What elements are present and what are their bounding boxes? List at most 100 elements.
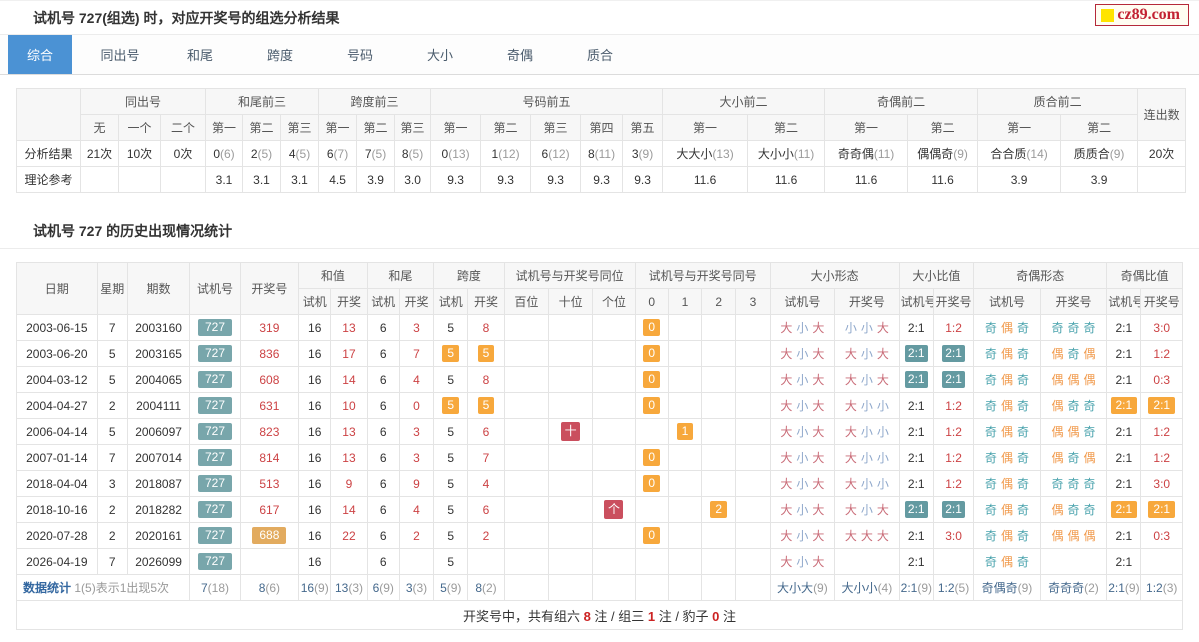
cell-jiou-bizhi-kaijiang: 1:2 <box>1140 418 1183 445</box>
history-sub-header: 2 <box>701 288 737 315</box>
cell-hezhi-kaijiang: 22 <box>330 522 368 549</box>
analysis-lianchu-value: 20次 <box>1137 140 1187 167</box>
cell-tonghao-2 <box>701 392 737 419</box>
cell-jiou-bizhi-shiji: 2:1 <box>1106 548 1142 575</box>
cell-shiji-badge: 727 <box>189 444 241 471</box>
history-sub-header: 开奖 <box>467 288 505 315</box>
analysis-sub-header: 第一 <box>205 114 244 141</box>
analysis-group-header: 质合前二 <box>977 88 1139 115</box>
cell-tonghao-3 <box>735 522 771 549</box>
history-group-header: 试机号与开奖号同位 <box>503 262 636 289</box>
history-sub-header: 1 <box>667 288 703 315</box>
analysis-cell: 3.1 <box>280 166 320 193</box>
history-sub-header: 开奖号 <box>834 288 900 315</box>
analysis-cell: 偶偶奇(9) <box>907 140 979 167</box>
cell-tonghao-0: 0 <box>634 522 669 549</box>
cell-tonghao-1: 1 <box>667 418 703 445</box>
analysis-cell <box>80 166 119 193</box>
analysis-sub-header: 第一 <box>824 114 909 141</box>
cell-kuadu-shiji: 5 <box>433 470 469 497</box>
cell-date: 2004-04-27 <box>16 392 98 419</box>
stats-cell-tonghao-2 <box>701 574 737 601</box>
cell-jiou-xingtai-kaijiang: 偶偶偶 <box>1039 366 1108 393</box>
history-group-header: 和值 <box>298 262 368 289</box>
tab-zonghe[interactable]: 综合 <box>8 35 72 74</box>
cell-daxiao-bizhi-kaijiang: 2:1 <box>932 340 975 367</box>
cell-kaijiang: 814 <box>239 444 300 471</box>
tab-item-3[interactable]: 跨度 <box>248 35 312 74</box>
cell-baiwei <box>503 392 549 419</box>
cell-daxiao-bizhi-shiji: 2:1 <box>898 496 934 523</box>
cell-kuadu-kaijiang: 2 <box>467 522 505 549</box>
cell-gewei <box>592 392 636 419</box>
cell-hewei-kaijiang: 2 <box>398 522 435 549</box>
cell-gewei: 个 <box>592 496 636 523</box>
cell-week: 3 <box>96 470 128 497</box>
analysis-cell: 21次 <box>80 140 119 167</box>
analysis-cell: 7(5) <box>356 140 396 167</box>
cell-shiji-badge: 727 <box>189 496 241 523</box>
stats-cell-baiwei <box>503 574 549 601</box>
cell-hezhi-shiji: 16 <box>298 548 332 575</box>
cell-hewei-shiji: 6 <box>366 548 400 575</box>
cell-hewei-shiji: 6 <box>366 470 400 497</box>
tab-item-4[interactable]: 号码 <box>328 35 392 74</box>
analysis-group-header: 和尾前三 <box>205 88 320 115</box>
analysis-cell: 3(9) <box>622 140 664 167</box>
cell-kuadu-kaijiang <box>467 548 505 575</box>
analysis-cell: 2(5) <box>242 140 282 167</box>
cell-jiou-xingtai-shiji: 奇偶奇 <box>973 366 1041 393</box>
site-logo[interactable]: cz89.com <box>1095 4 1189 26</box>
tab-item-2[interactable]: 和尾 <box>168 35 232 74</box>
logo-text: cz89.com <box>1117 6 1180 23</box>
stats-cell-tonghao-3 <box>735 574 771 601</box>
tab-item-6[interactable]: 奇偶 <box>488 35 552 74</box>
cell-date: 2018-10-16 <box>16 496 98 523</box>
history-group-header: 大小比值 <box>898 262 975 289</box>
cell-date: 2007-01-14 <box>16 444 98 471</box>
cell-daxiao-bizhi-kaijiang: 2:1 <box>932 366 975 393</box>
cell-shiwei <box>547 366 594 393</box>
analysis-cell: 3.9 <box>356 166 396 193</box>
cell-daxiao-bizhi-shiji: 2:1 <box>898 470 934 497</box>
cell-daxiao-bizhi-kaijiang: 1:2 <box>932 444 975 471</box>
stats-cell-daxiao-xingtai-shiji: 大小大(9) <box>769 574 836 601</box>
analysis-cell: 4.5 <box>318 166 358 193</box>
cell-jiou-bizhi-shiji: 2:1 <box>1106 392 1142 419</box>
cell-jiou-bizhi-shiji: 2:1 <box>1106 314 1142 341</box>
cell-daxiao-bizhi-shiji: 2:1 <box>898 444 934 471</box>
tab-item-7[interactable]: 质合 <box>568 35 632 74</box>
analysis-cell: 3.9 <box>977 166 1062 193</box>
history-header: 期数 <box>126 262 191 315</box>
cell-date: 2018-04-04 <box>16 470 98 497</box>
cell-hewei-kaijiang: 7 <box>398 340 435 367</box>
cell-kuadu-shiji: 5 <box>433 548 469 575</box>
cell-tonghao-0: 0 <box>634 366 669 393</box>
cell-hezhi-shiji: 16 <box>298 314 332 341</box>
cell-jiou-bizhi-kaijiang: 3:0 <box>1140 314 1183 341</box>
cell-hezhi-kaijiang: 13 <box>330 418 368 445</box>
analysis-cell: 3.0 <box>394 166 432 193</box>
cell-kuadu-kaijiang: 4 <box>467 470 505 497</box>
analysis-table-head: 同出号 和尾前三 跨度前三 号码前五 大小前二 奇偶前二 质合前二 连出数无一个 二个 第一 第二第… <box>16 88 1187 141</box>
page-title-bar: 试机号 727(组选) 时，对应开奖号的组选分析结果 cz89.com <box>0 0 1199 35</box>
cell-hezhi-kaijiang <box>330 548 368 575</box>
analysis-cell: 9.3 <box>622 166 664 193</box>
cell-gewei <box>592 418 636 445</box>
analysis-sub-header: 无 <box>80 114 119 141</box>
analysis-sub-header: 第一 <box>977 114 1062 141</box>
stats-cell-jiou-bizhi-kaijiang: 1:2(3) <box>1140 574 1183 601</box>
cell-jiou-bizhi-kaijiang: 2:1 <box>1140 496 1183 523</box>
tab-item-5[interactable]: 大小 <box>408 35 472 74</box>
cell-kuadu-kaijiang: 6 <box>467 496 505 523</box>
cell-date: 2020-07-28 <box>16 522 98 549</box>
cell-hezhi-shiji: 16 <box>298 392 332 419</box>
cell-jiou-xingtai-shiji: 奇偶奇 <box>973 470 1041 497</box>
tab-item-1[interactable]: 同出号 <box>88 35 152 74</box>
cell-tonghao-1 <box>667 496 703 523</box>
cell-jiou-xingtai-kaijiang: 偶偶偶 <box>1039 522 1108 549</box>
cell-kaijiang <box>239 548 300 575</box>
stats-cell-jiou-bizhi-shiji: 2:1(9) <box>1106 574 1142 601</box>
cell-tonghao-0: 0 <box>634 444 669 471</box>
history-sub-header: 开奖号 <box>932 288 975 315</box>
